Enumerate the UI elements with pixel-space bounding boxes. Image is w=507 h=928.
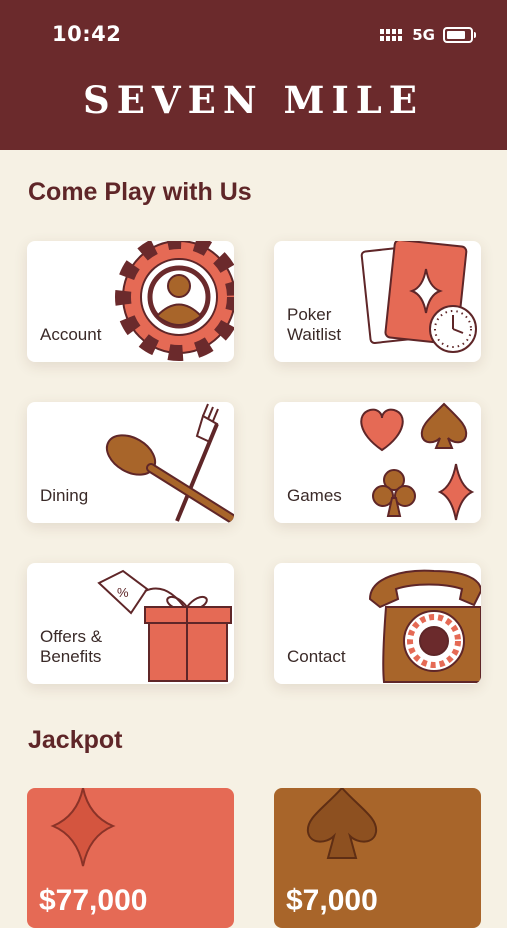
tile-dining-label: Dining (40, 486, 89, 505)
tile-dining[interactable]: Dining (27, 402, 234, 523)
status-indicators: 5G (380, 25, 476, 45)
network-type: 5G (412, 26, 435, 44)
tile-contact-label: Contact (287, 647, 346, 666)
app-header: 10:42 5G SEVEN MILE (0, 0, 507, 150)
jackpot-amount-1: $77,000 (39, 884, 148, 917)
tile-games[interactable]: Games (274, 402, 481, 523)
tile-offers-benefits[interactable]: % Offers & Benefits (27, 563, 234, 684)
status-time: 10:42 (52, 22, 122, 46)
tile-contact[interactable]: Contact (274, 563, 481, 684)
section-title-jackpot: Jackpot (28, 726, 123, 754)
brand-logo: SEVEN MILE (82, 78, 424, 122)
svg-text:%: % (117, 585, 129, 600)
tile-games-label: Games (287, 486, 342, 505)
tile-poker-label: Poker Waitlist (287, 305, 342, 344)
tile-offers-label: Offers & Benefits (40, 627, 103, 666)
jackpot-amount-2: $7,000 (286, 884, 378, 917)
section-title-play: Come Play with Us (28, 178, 252, 206)
tile-poker-waitlist[interactable]: Poker Waitlist (274, 241, 481, 362)
battery-icon (443, 27, 476, 43)
jackpot-card-2[interactable]: $7,000 (274, 788, 481, 928)
jackpot-card-1[interactable]: $77,000 (27, 788, 234, 928)
tile-account-label: Account (40, 325, 102, 344)
tile-account[interactable]: Account (27, 241, 234, 362)
signal-icon (380, 29, 403, 41)
